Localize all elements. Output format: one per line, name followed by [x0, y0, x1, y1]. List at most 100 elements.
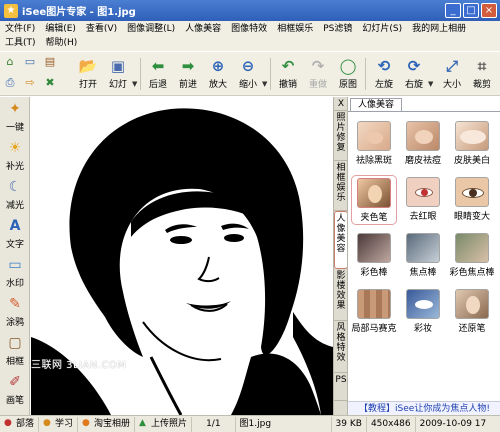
tool-photo-frame[interactable]: ▢ 相框 — [1, 331, 29, 369]
color-focus-wand-icon — [455, 233, 489, 263]
color-wand-icon — [357, 233, 391, 263]
menu-bar: 文件(F) 编辑(E) 查看(V) 图像调整(L) 人像美容 图像特效 相框娱乐… — [0, 21, 500, 51]
toolbar-zoom-out-button[interactable]: ⊖ 缩小 — [234, 54, 262, 94]
toolbar-open-button[interactable]: 📂 打开 — [74, 54, 102, 94]
toolbar-redo-button[interactable]: ↷ 重做 — [304, 54, 332, 94]
tool-partial-mosaic[interactable]: 局部马赛克 — [351, 287, 397, 337]
tool-one-click[interactable]: ✦ 一键 — [1, 97, 29, 135]
tool-makeup[interactable]: 彩妆 — [400, 287, 446, 337]
select-icon[interactable]: ▭ — [23, 55, 37, 69]
tab-portrait-beauty[interactable]: 人像美容 — [334, 211, 348, 269]
tool-whiten-skin[interactable]: 皮肤美白 — [449, 119, 495, 169]
minimize-button[interactable]: _ — [445, 3, 461, 18]
tool-color-pen[interactable]: 夹色笔 — [351, 175, 397, 225]
status-tribe-link[interactable]: ● 部落 — [0, 416, 40, 432]
status-learn-link[interactable]: ● 学习 — [39, 416, 79, 432]
print-icon[interactable]: ⎙ — [3, 76, 17, 90]
tool-brush[interactable]: ✐ 画笔 — [1, 370, 29, 408]
text-icon: A — [9, 218, 21, 234]
tool-color-wand[interactable]: 彩色棒 — [351, 231, 397, 281]
tool-focus-wand[interactable]: 焦点棒 — [400, 231, 446, 281]
menu-image-effects[interactable]: 图像特效 — [226, 22, 272, 36]
menu-frame-fun[interactable]: 相框娱乐 — [272, 22, 318, 36]
makeup-icon — [406, 289, 440, 319]
menu-help[interactable]: 帮助(H) — [41, 36, 83, 50]
status-bar: ● 部落 ● 学习 ● 淘宝相册 ▲ 上传照片 1/1 图1.jpg 39 KB 450… — [0, 415, 500, 432]
side-close-button[interactable]: X — [334, 97, 348, 111]
tool-reduce-light[interactable]: ☾ 减光 — [1, 175, 29, 213]
tool-color-focus-wand[interactable]: 彩色焦点棒 — [449, 231, 495, 281]
watermark-text: 三联网 3LIAN.COM — [31, 360, 127, 371]
tool-smooth-skin[interactable]: 磨皮祛痘 — [400, 119, 446, 169]
toolbar-resize-button[interactable]: ⤢ 大小 — [438, 54, 466, 94]
list-icon[interactable]: ▤ — [43, 55, 57, 69]
tool-remove-red-eye[interactable]: 去红眼 — [400, 175, 446, 225]
tab-frame-fun[interactable]: 相框娱乐 — [334, 161, 348, 211]
tool-fill-light[interactable]: ☀ 补光 — [1, 136, 29, 174]
tab-ps[interactable]: PS — [334, 373, 348, 401]
menu-slideshow[interactable]: 幻灯片(S) — [357, 22, 407, 36]
tab-studio-effects[interactable]: 影楼效果 — [334, 269, 348, 321]
slideshow-dropdown-icon[interactable]: ▼ — [132, 80, 137, 88]
window-title: iSee图片专家 - 图1.jpg — [22, 7, 136, 18]
menu-row-1: 文件(F) 编辑(E) 查看(V) 图像调整(L) 人像美容 图像特效 相框娱乐… — [0, 22, 471, 36]
menu-image-adjust[interactable]: 图像调整(L) — [122, 22, 180, 36]
toolbar-back-button[interactable]: ⬅ 后退 — [144, 54, 172, 94]
status-dimensions: 450x486 — [367, 416, 416, 432]
status-upload-link[interactable]: ▲ 上传照片 — [135, 416, 193, 432]
one-click-icon: ✦ — [9, 101, 21, 117]
menu-edit[interactable]: 编辑(E) — [40, 22, 81, 36]
menu-file[interactable]: 文件(F) — [0, 22, 40, 36]
zoom-dropdown-icon[interactable]: ▼ — [262, 80, 267, 88]
toolbar-slideshow-button[interactable]: ▣ 幻灯 — [104, 54, 132, 94]
delete-icon[interactable]: ✖ — [43, 76, 57, 90]
quick-toolbar: ⌂ ▭ ▤ ⎙ ⇨ ✖ — [0, 52, 72, 96]
brush-icon: ✐ — [9, 374, 21, 390]
tool-text[interactable]: A 文字 — [1, 214, 29, 252]
menu-tools[interactable]: 工具(T) — [0, 36, 41, 50]
red-eye-icon — [406, 177, 440, 207]
tab-style-effects[interactable]: 风格特效 — [334, 321, 348, 373]
enlarge-eyes-icon — [455, 177, 489, 207]
tool-doodle[interactable]: ✎ 涂鸦 — [1, 292, 29, 330]
panel-tab[interactable]: 人像美容 — [350, 98, 402, 111]
toolbar-crop-button[interactable]: ⌗ 裁剪 — [468, 54, 496, 94]
toolbar-rotate-left-button[interactable]: ⟲ 左旋 — [370, 54, 398, 94]
status-filesize: 39 KB — [332, 416, 367, 432]
photo-frame-icon: ▢ — [8, 335, 22, 351]
zoom-in-icon: ⊕ — [211, 57, 225, 75]
toolbar-rotate-right-button[interactable]: ⟳ 右旋 — [400, 54, 428, 94]
watermark-icon: ▭ — [8, 257, 22, 273]
taobao-album-icon: ● — [82, 418, 90, 428]
whiten-skin-icon — [455, 121, 489, 151]
menu-portrait-beauty[interactable]: 人像美容 — [180, 22, 226, 36]
status-filename: 图1.jpg — [236, 416, 332, 432]
tool-remove-spots[interactable]: 祛除黑斑 — [351, 119, 397, 169]
tool-watermark[interactable]: ▭ 水印 — [1, 253, 29, 291]
toolbar-zoom-in-button[interactable]: ⊕ 放大 — [204, 54, 232, 94]
rotate-dropdown-icon[interactable]: ▼ — [428, 80, 433, 88]
fill-light-icon: ☀ — [8, 140, 22, 156]
resize-icon: ⤢ — [445, 57, 458, 75]
toolbar-undo-button[interactable]: ↶ 撤销 — [274, 54, 302, 94]
tool-enlarge-eyes[interactable]: 眼睛变大 — [449, 175, 495, 225]
tab-photo-repair[interactable]: 照片修复 — [334, 111, 348, 161]
image-canvas[interactable]: 三联网 3LIAN.COM — [31, 97, 333, 415]
focus-wand-icon — [406, 233, 440, 263]
toolbar-forward-button[interactable]: ➡ 前进 — [174, 54, 202, 94]
upload-icon: ▲ — [139, 418, 146, 428]
export-icon[interactable]: ⇨ — [23, 76, 37, 90]
browse-icon[interactable]: ⌂ — [3, 55, 17, 69]
tutorial-link[interactable]: 【教程】iSee让你成为焦点人物! — [348, 401, 500, 415]
left-toolbox: ✦ 一键 ☀ 补光 ☾ 减光 A 文字 ▭ 水印 ✎ 涂鸦 ▢ 相框 ✐ 画笔 — [0, 97, 30, 415]
status-taobao-link[interactable]: ● 淘宝相册 — [78, 416, 136, 432]
doodle-icon: ✎ — [9, 296, 21, 312]
menu-view[interactable]: 查看(V) — [81, 22, 122, 36]
menu-online-album[interactable]: 我的网上相册 — [407, 22, 471, 36]
rotate-right-icon: ⟳ — [407, 57, 421, 75]
close-button[interactable]: × — [481, 3, 497, 18]
tool-restore-pen[interactable]: 还原笔 — [449, 287, 495, 337]
toolbar-original-button[interactable]: ◯ 原图 — [334, 54, 362, 94]
menu-ps-filter[interactable]: PS滤镜 — [318, 22, 357, 36]
maximize-button[interactable]: □ — [463, 3, 479, 18]
